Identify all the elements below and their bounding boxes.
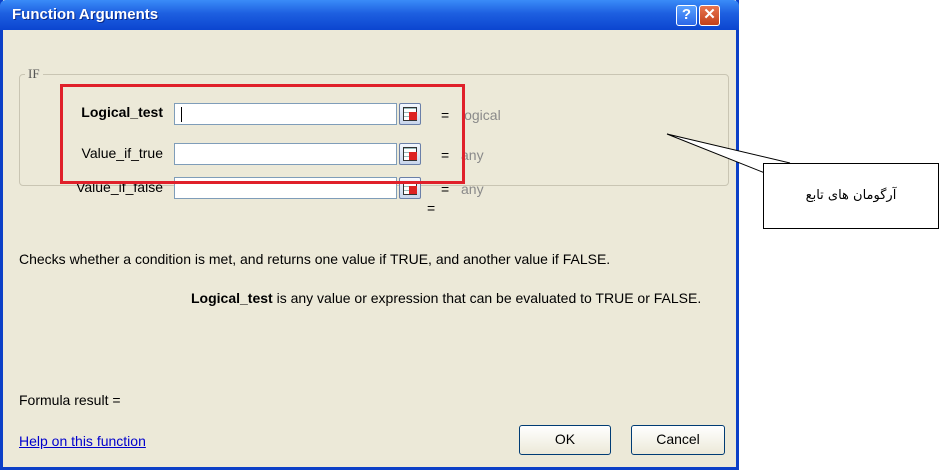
callout-annotation: آرگومان های تابع [763, 163, 939, 229]
callout-pointer [666, 133, 791, 184]
